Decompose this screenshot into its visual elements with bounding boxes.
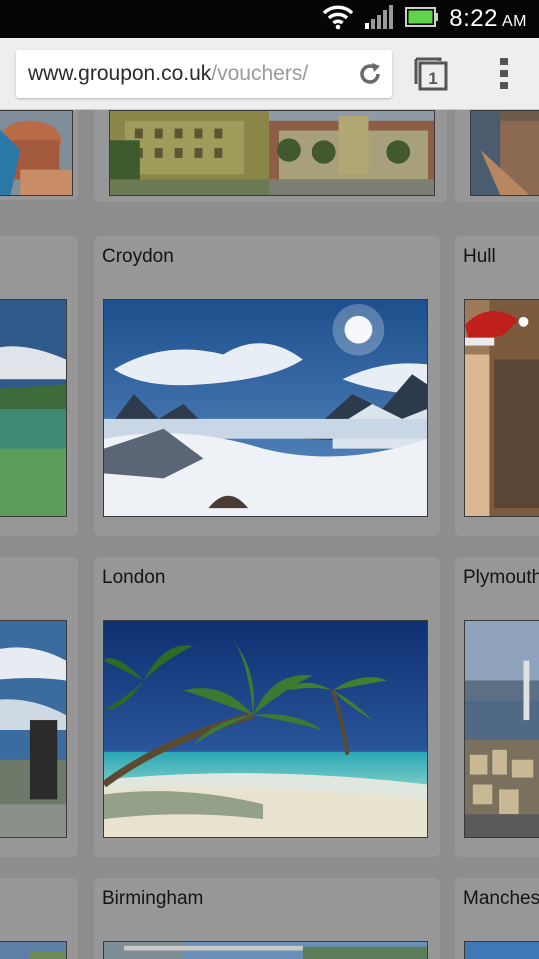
city-thumbnail[interactable] xyxy=(103,299,428,517)
city-name: Birmingham xyxy=(102,888,204,909)
url-path: /vouchers/ xyxy=(211,62,309,85)
tab-count: 1 xyxy=(428,69,437,88)
status-bar: 8:22 AM xyxy=(0,0,539,38)
city-thumbnail[interactable] xyxy=(103,620,428,838)
city-thumbnail[interactable] xyxy=(464,941,539,959)
city-thumbnail[interactable] xyxy=(0,941,67,959)
clock-time: 8:22 xyxy=(449,5,498,32)
battery-icon xyxy=(405,6,439,33)
url-host: www.groupon.co.uk xyxy=(28,62,212,85)
city-name: Hull xyxy=(463,246,496,267)
city-thumbnail[interactable] xyxy=(109,110,435,196)
city-thumbnail[interactable] xyxy=(0,299,67,517)
city-name: Plymouth xyxy=(463,567,539,588)
city-thumbnail[interactable] xyxy=(470,110,539,196)
signal-icon xyxy=(365,4,395,34)
wifi-icon xyxy=(321,4,355,35)
menu-icon[interactable] xyxy=(495,56,513,92)
tabs-button[interactable]: 1 xyxy=(414,56,450,92)
city-thumbnail[interactable] xyxy=(0,620,67,838)
city-name: London xyxy=(102,567,166,588)
city-thumbnail[interactable] xyxy=(103,941,428,959)
city-thumbnail[interactable] xyxy=(464,299,539,517)
browser-toolbar: www.groupon.co.uk/vouchers/ 1 xyxy=(0,38,539,110)
address-bar[interactable]: www.groupon.co.uk/vouchers/ xyxy=(16,50,392,98)
city-name: Croydon xyxy=(102,246,174,267)
clock-ampm: AM xyxy=(502,13,527,30)
city-name: Manchester xyxy=(463,888,539,909)
reload-icon[interactable] xyxy=(356,60,384,88)
page-content[interactable]: Croydon Hull London Plymouth Birmingham … xyxy=(0,110,539,959)
city-thumbnail[interactable] xyxy=(0,110,73,196)
city-thumbnail[interactable] xyxy=(464,620,539,838)
clock: 8:22 AM xyxy=(449,5,527,33)
tabs-icon: 1 xyxy=(414,57,448,91)
url-text[interactable]: www.groupon.co.uk/vouchers/ xyxy=(28,62,308,86)
